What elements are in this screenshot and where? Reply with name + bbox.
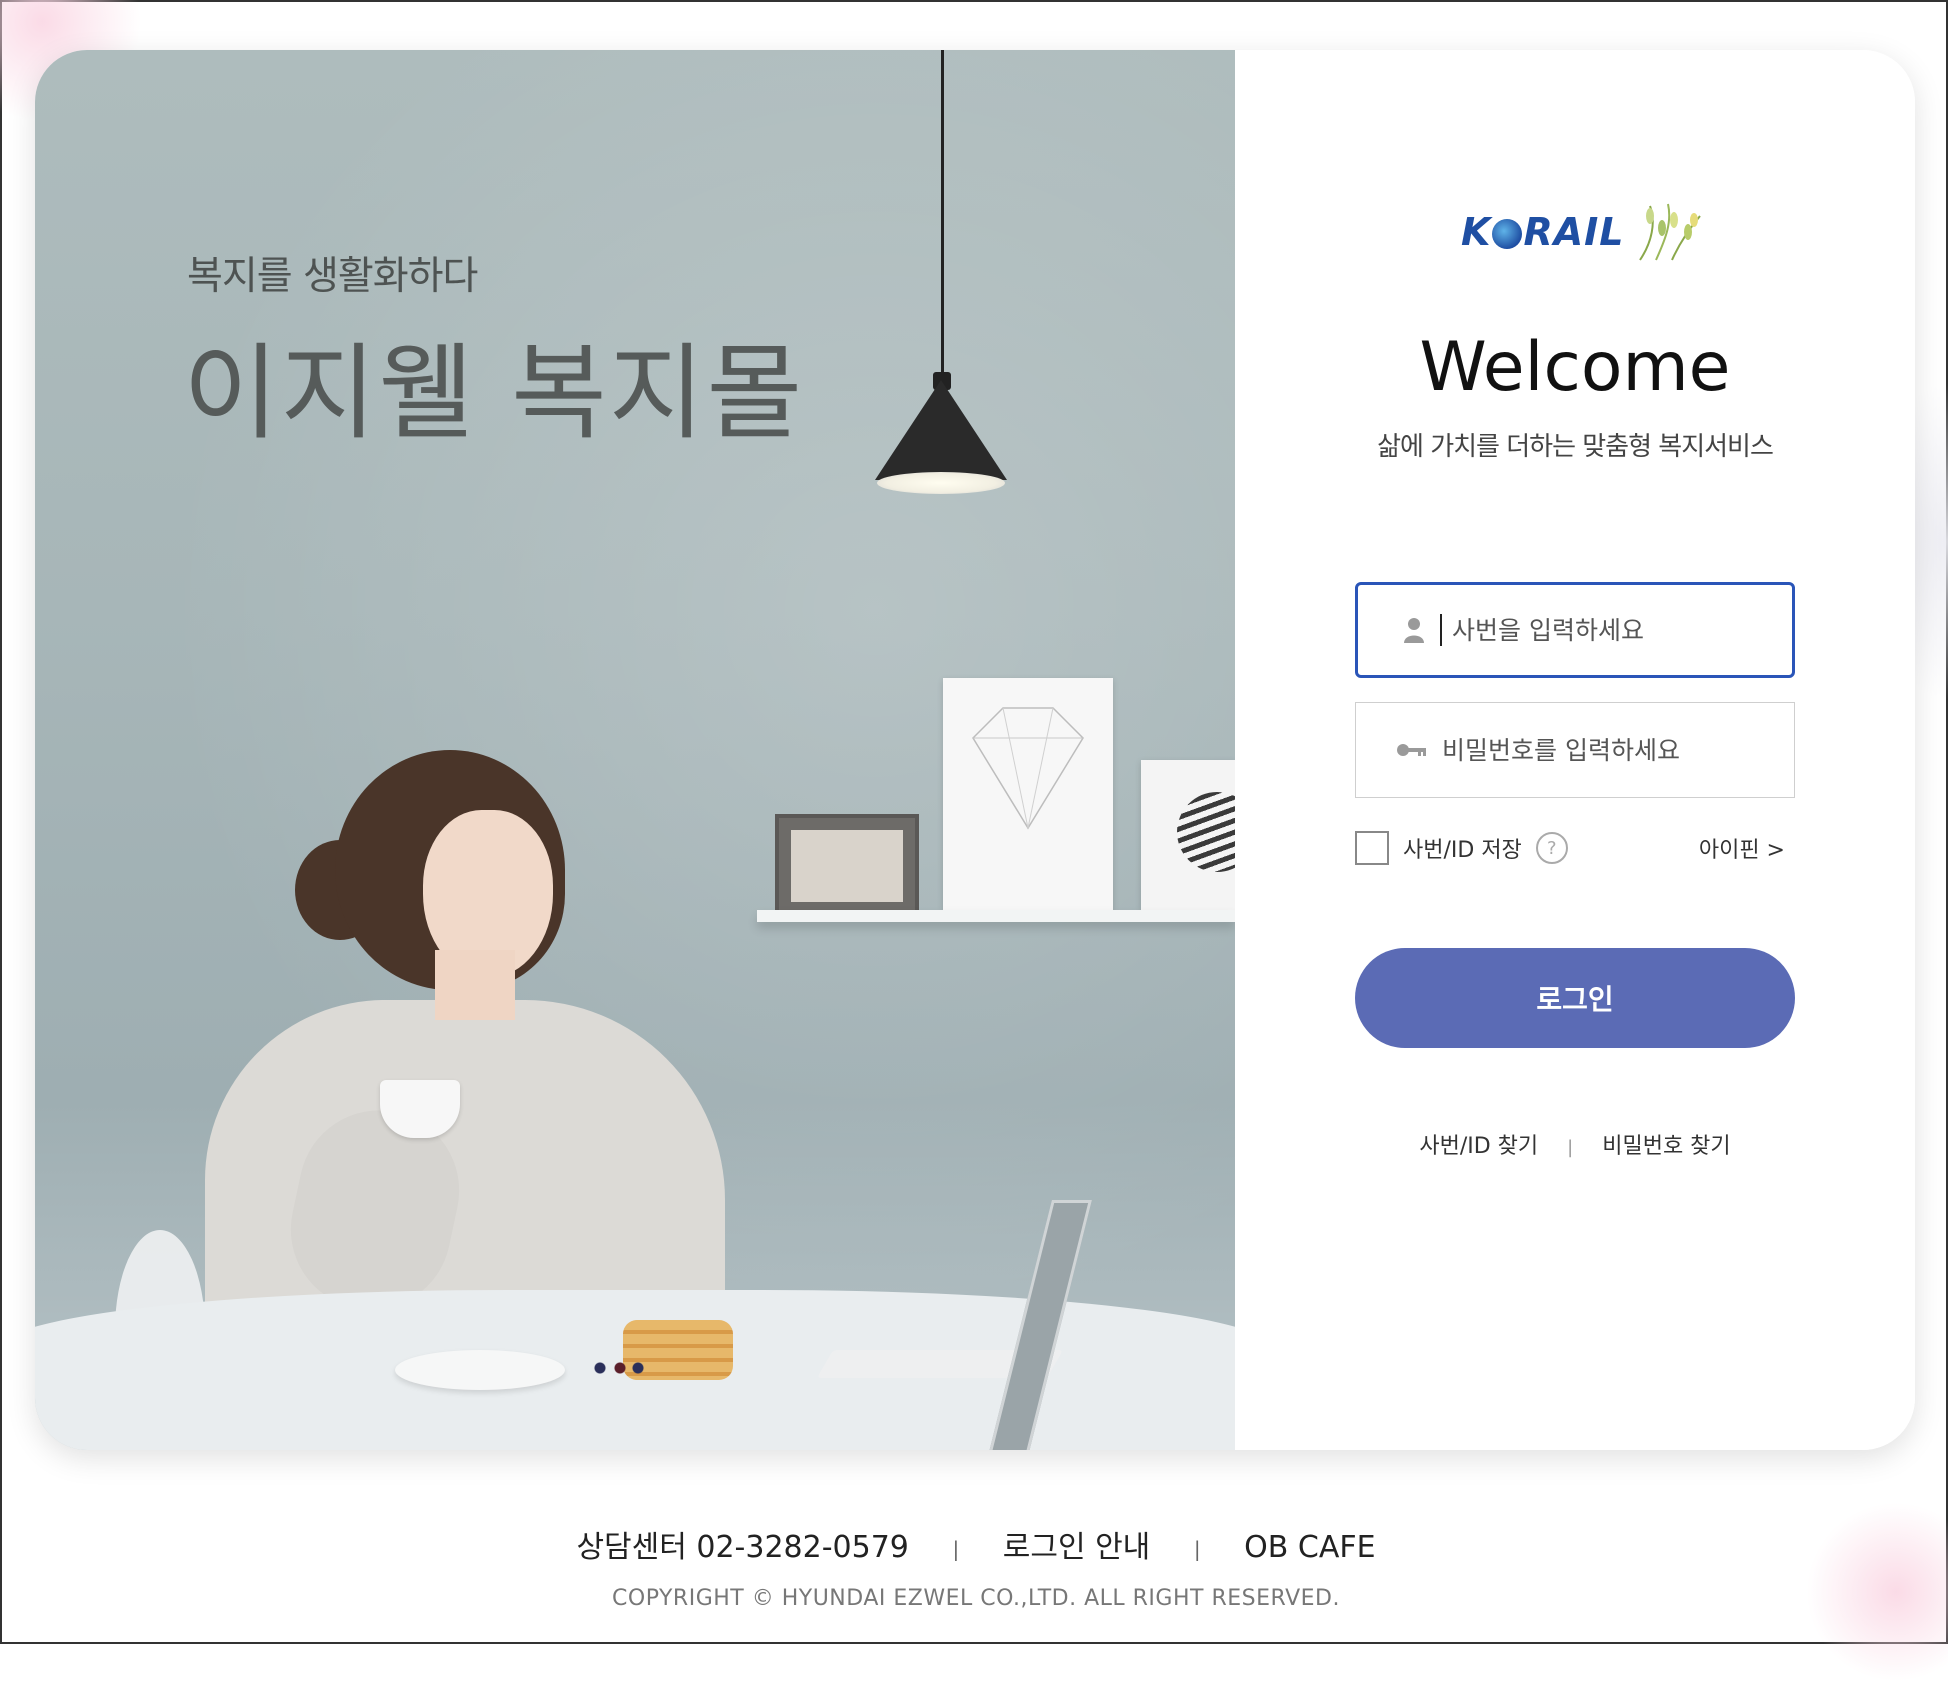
zigzag-circle [1177, 792, 1235, 872]
hero-tagline: 복지를 생활화하다 [187, 254, 478, 299]
save-id-label: 사번/ID 저장 [1403, 838, 1522, 863]
footer-separator: | [1193, 1536, 1201, 1561]
logo-text: K RAIL [1461, 210, 1624, 254]
footer-links: 상담센터 02-3282-0579 | 로그인 안내 | OB CAFE [2, 1522, 1948, 1566]
save-id-checkbox[interactable] [1355, 831, 1389, 865]
password-field[interactable] [1355, 702, 1795, 798]
password-input[interactable] [1440, 734, 1764, 766]
hero-brand-title: 이지웰 복지몰 [183, 332, 805, 454]
plate [395, 1350, 565, 1390]
leaf-icon [1639, 203, 1702, 261]
save-id-row: 사번/ID 저장 ? 아이핀 > [1355, 828, 1795, 868]
berries [590, 1358, 650, 1378]
find-account-links: 사번/ID 찾기 | 비밀번호 찾기 [1355, 1128, 1795, 1160]
logo-globe-icon [1492, 219, 1523, 249]
ob-cafe-link[interactable]: OB CAFE [1244, 1530, 1375, 1565]
copyright-notice: COPYRIGHT © HYUNDAI EZWEL CO.,LTD. ALL R… [612, 1586, 1340, 1611]
footer-separator: | [952, 1536, 960, 1561]
family-photo [791, 830, 903, 902]
text-caret [1440, 614, 1442, 646]
find-password-link[interactable]: 비밀번호 찾기 [1602, 1134, 1730, 1159]
hero-photo: 복지를 생활화하다 이지웰 복지몰 [35, 50, 1235, 1450]
wall-shelf [757, 910, 1235, 922]
employee-id-field[interactable] [1355, 582, 1795, 678]
login-card: 복지를 생활화하다 이지웰 복지몰 K RAIL Welcome 삶에 가치를 … [35, 50, 1915, 1450]
korail-logo: K RAIL [1461, 203, 1706, 261]
welcome-subtitle: 삶에 가치를 더하는 맞춤형 복지서비스 [1377, 432, 1774, 462]
contact-center[interactable]: 상담센터 02-3282-0579 [576, 1530, 908, 1565]
zigzag-art-frame [1141, 760, 1235, 910]
diamond-drawing [972, 707, 1084, 830]
welcome-heading: Welcome [1419, 328, 1731, 407]
find-id-link[interactable]: 사번/ID 찾기 [1419, 1134, 1538, 1159]
lamp-cord [941, 50, 944, 382]
logo-letters-rail: RAIL [1523, 210, 1625, 254]
login-button[interactable]: 로그인 [1355, 948, 1795, 1048]
login-guide-link[interactable]: 로그인 안내 [1003, 1530, 1151, 1565]
ipin-link[interactable]: 아이핀 > [1699, 832, 1785, 864]
user-icon [1394, 617, 1434, 643]
key-icon [1392, 742, 1432, 758]
question-circle-icon[interactable]: ? [1535, 832, 1568, 864]
woman-neck [435, 950, 515, 1020]
pendant-lamp [875, 380, 1007, 480]
login-form-panel: K RAIL Welcome 삶에 가치를 더하는 맞춤형 복지서비스 사번을 … [1235, 50, 1915, 1450]
diamond-art-frame [943, 678, 1113, 910]
find-separator: | [1567, 1137, 1574, 1158]
employee-id-input[interactable] [1450, 614, 1774, 646]
coffee-cup [380, 1080, 460, 1138]
lamp-light [877, 472, 1005, 494]
family-photo-frame [775, 814, 919, 918]
logo-letter-k: K [1461, 210, 1492, 254]
